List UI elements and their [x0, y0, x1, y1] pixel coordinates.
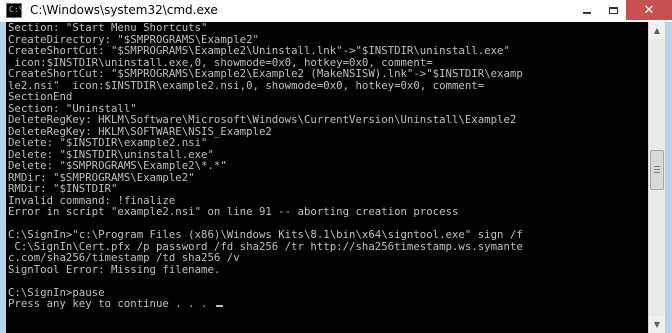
cmd-app-icon[interactable]: C:\	[6, 3, 24, 18]
console-line: DeleteRegKey: HKLM\Software\Microsoft\Wi…	[8, 113, 517, 126]
scroll-down-button[interactable]: ▼	[649, 316, 665, 333]
console-text: Section: "Start Menu Shortcuts" CreateDir…	[8, 22, 523, 310]
console-line: Delete: "$SMPROGRAMS\Example2\*.*"	[8, 159, 227, 172]
console-line: SectionEnd	[8, 90, 73, 103]
cmd-icon-prompt: C:\	[9, 5, 24, 14]
console-line: Delete: "$INSTDIR\example2.nsi"	[8, 136, 208, 149]
console-line: c.com/sha256/timestamp /td sha256 /v	[8, 251, 240, 264]
cmd-window: C:\ C:\Windows\system32\cmd.exe ✕ Sectio…	[0, 0, 672, 333]
text-cursor	[215, 305, 223, 307]
console-line: SignTool Error: Missing filename.	[8, 262, 221, 276]
console-line: Press any key to continue . . .	[8, 298, 523, 310]
minimize-button[interactable]	[574, 0, 600, 20]
maximize-icon	[608, 6, 618, 14]
window-right-border	[665, 22, 672, 333]
console-line: Section: "Start Menu Shortcuts"	[8, 22, 208, 34]
scroll-up-button[interactable]: ▲	[649, 22, 665, 39]
console-line: CreateShortCut: "$SMPROGRAMS\Example2\Ex…	[8, 67, 523, 80]
caption-buttons: ✕	[574, 0, 672, 22]
close-icon: ✕	[643, 2, 655, 18]
scroll-up-arrow-icon: ▲	[653, 26, 661, 35]
console-output-area[interactable]: Section: "Start Menu Shortcuts" CreateDir…	[6, 22, 648, 333]
scrollbar-thumb[interactable]	[650, 150, 664, 190]
maximize-button[interactable]	[600, 0, 626, 20]
close-button[interactable]: ✕	[626, 0, 672, 20]
console-line: Error in script "example2.nsi" on line 9…	[8, 205, 459, 218]
title-bar[interactable]: C:\ C:\Windows\system32\cmd.exe ✕	[0, 0, 672, 23]
console-line: le2.nsi" icon:$INSTDIR\example2.nsi,0, s…	[8, 78, 485, 92]
console-line: C:\SignIn>"c:\Program Files (x86)\Window…	[8, 228, 523, 241]
thumb-grip-line	[654, 166, 660, 167]
thumb-grip-line	[654, 172, 660, 173]
window-title: C:\Windows\system32\cmd.exe	[30, 3, 218, 17]
minimize-icon	[583, 12, 591, 14]
scroll-down-arrow-icon: ▼	[653, 320, 661, 329]
thumb-grip-line	[654, 169, 660, 170]
console-line: RMDir: "$INSTDIR"	[8, 182, 118, 195]
console-line: CreateShortCut: "$SMPROGRAMS\Example2\Un…	[8, 44, 510, 57]
vertical-scrollbar[interactable]: ▲ ▼	[648, 22, 665, 333]
